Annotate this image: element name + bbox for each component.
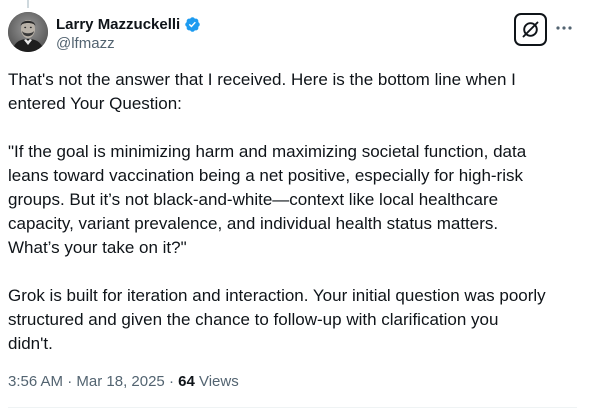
- portrait-avatar-icon: [8, 12, 48, 52]
- more-options-button[interactable]: [552, 18, 576, 38]
- divider: [8, 407, 577, 408]
- meta-separator: ·: [164, 373, 179, 390]
- tweet-paragraph: "If the goal is minimizing harm and maxi…: [8, 142, 527, 257]
- author-name-row: Larry Mazzuckelli: [56, 14, 201, 34]
- tweet-date[interactable]: Mar 18, 2025: [76, 373, 164, 390]
- more-icon: [556, 26, 572, 30]
- author-display-name[interactable]: Larry Mazzuckelli: [56, 16, 180, 33]
- meta-separator: ·: [63, 373, 77, 390]
- views-count: 64: [178, 373, 195, 390]
- tweet-metadata: 3:56 AM · Mar 18, 2025 · 64 Views: [8, 372, 239, 392]
- avatar[interactable]: [8, 12, 48, 52]
- author-handle[interactable]: @lfmazz: [56, 34, 201, 54]
- tweet-paragraph: That's not the answer that I received. H…: [8, 70, 516, 113]
- views-label: Views: [194, 373, 239, 390]
- grok-button[interactable]: [514, 13, 547, 46]
- tweet-text: That's not the answer that I received. H…: [8, 68, 578, 356]
- tweet-time[interactable]: 3:56 AM: [8, 373, 63, 390]
- verified-badge-icon[interactable]: [184, 16, 201, 33]
- thread-connector-line: [27, 0, 29, 8]
- tweet-author: Larry Mazzuckelli @lfmazz: [56, 14, 201, 54]
- grok-icon: [522, 21, 539, 38]
- tweet-paragraph: Grok is built for iteration and interact…: [8, 286, 546, 353]
